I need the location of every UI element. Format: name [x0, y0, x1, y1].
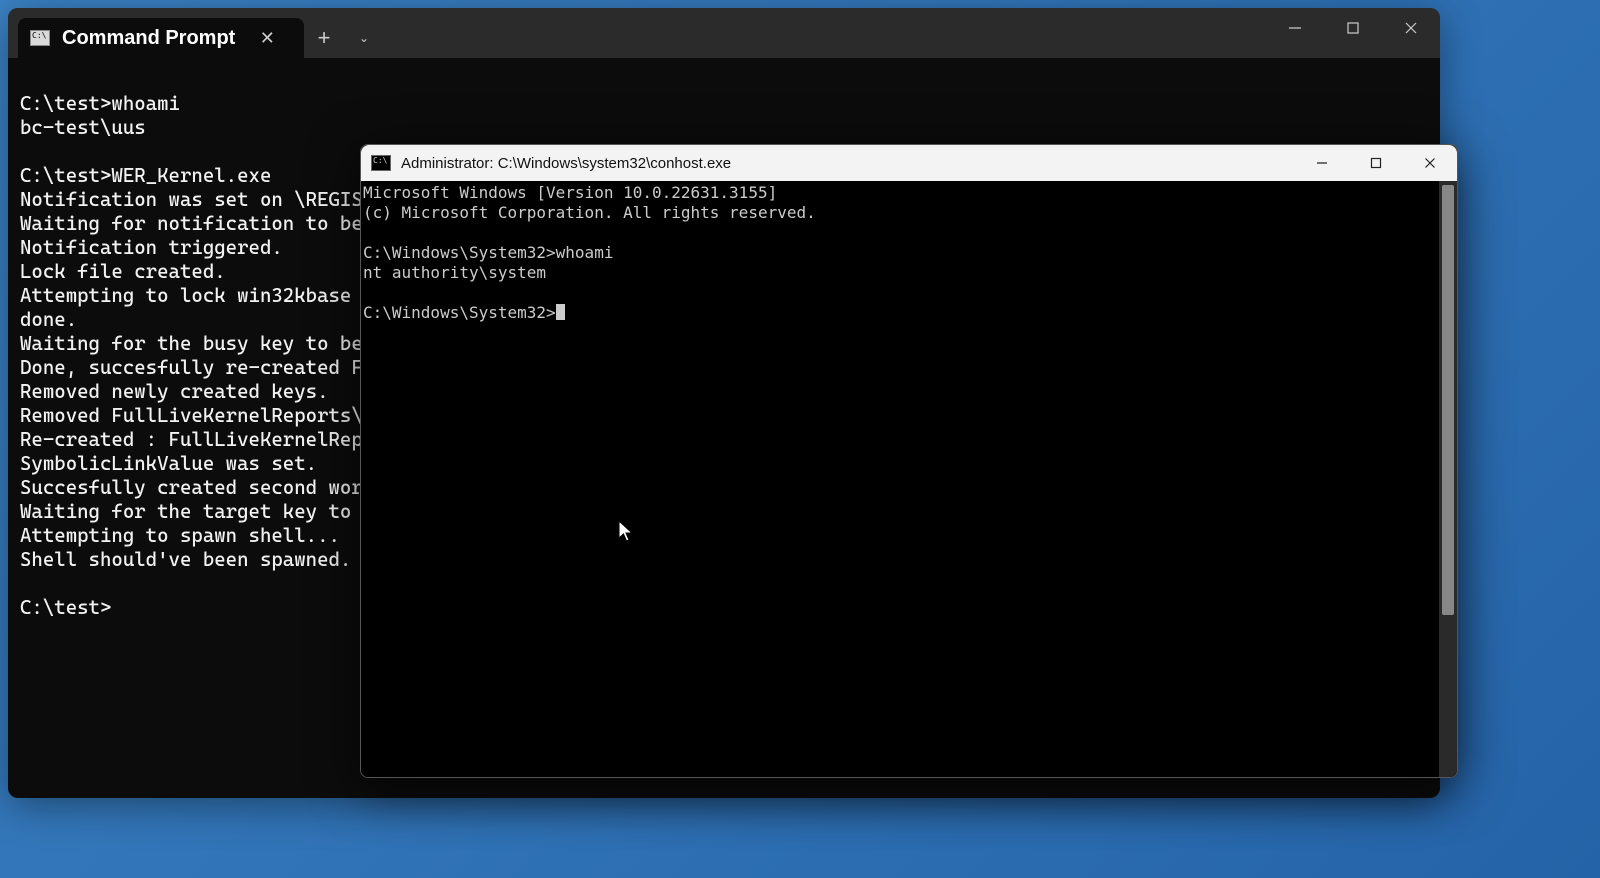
conhost-title: Administrator: C:\Windows\system32\conho…	[401, 155, 731, 172]
scrollbar-thumb[interactable]	[1442, 185, 1454, 615]
scrollbar[interactable]	[1439, 181, 1457, 777]
tab-title: Command Prompt	[62, 27, 235, 50]
minimize-button[interactable]	[1266, 8, 1324, 48]
conhost-body-wrap: Microsoft Windows [Version 10.0.22631.31…	[361, 181, 1457, 777]
maximize-button[interactable]	[1324, 8, 1382, 48]
conhost-titlebar[interactable]: Administrator: C:\Windows\system32\conho…	[361, 145, 1457, 181]
conhost-output[interactable]: Microsoft Windows [Version 10.0.22631.31…	[361, 181, 1439, 777]
conhost-window-controls	[1295, 145, 1457, 181]
tab-close-icon[interactable]: ✕	[247, 18, 287, 58]
maximize-button[interactable]	[1349, 145, 1403, 181]
conhost-window: Administrator: C:\Windows\system32\conho…	[360, 144, 1458, 778]
cmd-icon	[30, 30, 50, 46]
tab-row: Command Prompt ✕ + ⌄	[8, 8, 384, 58]
cmd-icon	[371, 155, 391, 171]
close-button[interactable]	[1403, 145, 1457, 181]
tab-dropdown-icon[interactable]: ⌄	[344, 18, 384, 58]
titlebar[interactable]: Command Prompt ✕ + ⌄	[8, 8, 1440, 58]
close-button[interactable]	[1382, 8, 1440, 48]
window-controls	[1266, 8, 1440, 58]
tab-command-prompt[interactable]: Command Prompt ✕	[18, 18, 304, 58]
minimize-button[interactable]	[1295, 145, 1349, 181]
new-tab-button[interactable]: +	[304, 18, 344, 58]
conhost-title-left: Administrator: C:\Windows\system32\conho…	[361, 155, 731, 172]
